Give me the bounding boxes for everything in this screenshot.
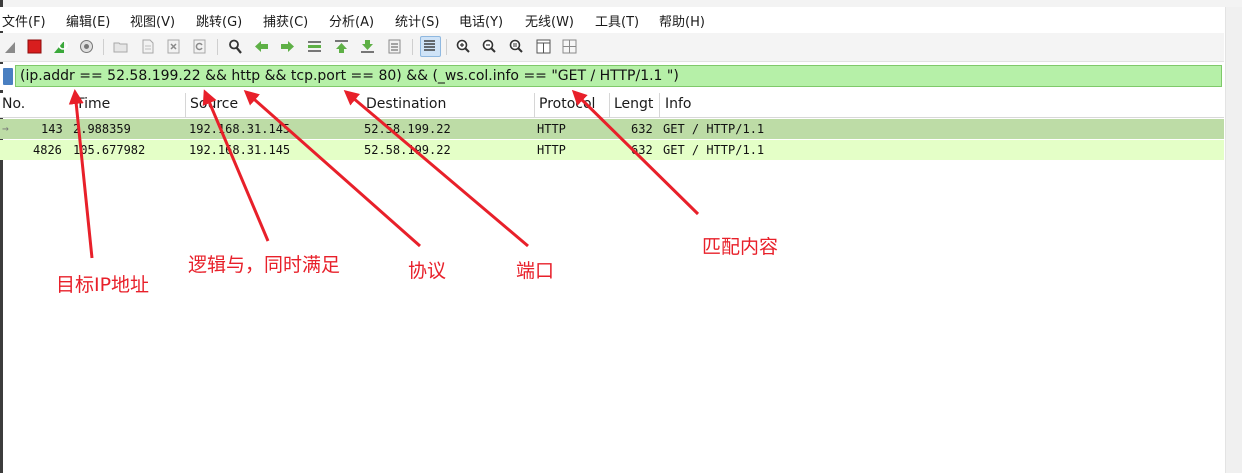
toolbar-separator: [412, 39, 413, 55]
column-divider[interactable]: [609, 93, 610, 117]
window-top-strip: [0, 0, 1242, 7]
packet-time: 105.677982: [73, 143, 146, 157]
filter-bookmark-icon[interactable]: [3, 68, 13, 85]
main-toolbar: [0, 33, 1224, 62]
go-to-packet-icon[interactable]: [306, 38, 323, 55]
packet-length: 632: [631, 122, 653, 136]
capture-options-icon[interactable]: [78, 38, 95, 55]
column-header-no[interactable]: No.: [2, 96, 25, 112]
close-file-icon[interactable]: [165, 38, 182, 55]
go-last-icon[interactable]: [359, 38, 376, 55]
menu-file[interactable]: 文件(F): [2, 11, 46, 30]
packet-length: 632: [631, 143, 653, 157]
column-divider[interactable]: [534, 93, 535, 117]
column-header-destination[interactable]: Destination: [366, 96, 446, 112]
layout-icon[interactable]: [561, 38, 578, 55]
zoom-normal-icon[interactable]: [508, 38, 525, 55]
menu-edit[interactable]: 编辑(E): [66, 11, 110, 30]
packet-protocol: HTTP: [537, 122, 566, 136]
column-divider[interactable]: [659, 93, 660, 117]
menu-bar: 文件(F) 编辑(E) 视图(V) 跳转(G) 捕获(C) 分析(A) 统计(S…: [0, 7, 1224, 31]
menu-tools[interactable]: 工具(T): [595, 11, 639, 30]
scrollbar[interactable]: [1225, 7, 1242, 473]
display-filter-bar: (ip.addr == 52.58.199.22 && http && tcp.…: [0, 64, 1224, 90]
column-divider[interactable]: [185, 93, 186, 117]
zoom-in-icon[interactable]: [455, 38, 472, 55]
stop-capture-icon[interactable]: [26, 38, 43, 55]
packet-destination: 52.58.199.22: [364, 143, 451, 157]
menu-analyze[interactable]: 分析(A): [329, 11, 374, 30]
menu-wireless[interactable]: 无线(W): [525, 11, 574, 30]
menu-view[interactable]: 视图(V): [130, 11, 175, 30]
colorize-icon[interactable]: [420, 36, 441, 57]
menu-help[interactable]: 帮助(H): [659, 11, 705, 30]
menu-statistics[interactable]: 统计(S): [395, 11, 439, 30]
menu-go[interactable]: 跳转(G): [196, 11, 242, 30]
resize-columns-icon[interactable]: [535, 38, 552, 55]
save-file-icon[interactable]: [139, 38, 156, 55]
menu-telephony[interactable]: 电话(Y): [459, 11, 503, 30]
zoom-out-icon[interactable]: [481, 38, 498, 55]
packet-source: 192.168.31.145: [189, 143, 291, 157]
open-file-icon[interactable]: [112, 38, 129, 55]
annotation-logic-and: 逻辑与，同时满足: [188, 254, 341, 276]
display-filter-input[interactable]: (ip.addr == 52.58.199.22 && http && tcp.…: [15, 65, 1222, 87]
annotation-port: 端口: [516, 260, 555, 282]
go-back-icon[interactable]: [253, 38, 270, 55]
go-forward-icon[interactable]: [279, 38, 296, 55]
packet-row[interactable]: 4826 105.677982 192.168.31.145 52.58.199…: [0, 140, 1224, 160]
packet-info: GET / HTTP/1.1: [663, 122, 765, 136]
toolbar-separator: [217, 39, 218, 55]
column-header-info[interactable]: Info: [665, 96, 692, 112]
packet-source: 192.168.31.145: [189, 122, 291, 136]
toolbar-separator: [446, 39, 447, 55]
column-header-source[interactable]: Source: [190, 96, 238, 112]
annotation-protocol: 协议: [408, 260, 447, 282]
auto-scroll-icon[interactable]: [386, 38, 403, 55]
find-packet-icon[interactable]: [227, 38, 244, 55]
annotation-match-content: 匹配内容: [702, 236, 779, 258]
packet-no: 143: [41, 122, 63, 136]
restart-capture-icon[interactable]: [52, 38, 69, 55]
packet-row[interactable]: → 143 2.988359 192.168.31.145 52.58.199.…: [0, 119, 1224, 139]
column-header-time[interactable]: Time: [76, 96, 110, 112]
packet-no: 4826: [33, 143, 62, 157]
packet-protocol: HTTP: [537, 143, 566, 157]
column-header-length[interactable]: Lengt: [614, 96, 653, 112]
shark-fin-icon[interactable]: [2, 38, 19, 55]
packet-destination: 52.58.199.22: [364, 122, 451, 136]
reload-file-icon[interactable]: [191, 38, 208, 55]
menu-capture[interactable]: 捕获(C): [263, 11, 308, 30]
packet-info: GET / HTTP/1.1: [663, 143, 765, 157]
annotation-target-ip: 目标IP地址: [56, 274, 150, 296]
packet-time: 2.988359: [73, 122, 131, 136]
go-first-icon[interactable]: [333, 38, 350, 55]
column-header-protocol[interactable]: Protocol: [539, 96, 595, 112]
packet-list-header: No. Time Source Destination Protocol Len…: [0, 93, 1224, 118]
toolbar-separator: [103, 39, 104, 55]
selected-packet-arrow-icon: →: [2, 122, 9, 135]
